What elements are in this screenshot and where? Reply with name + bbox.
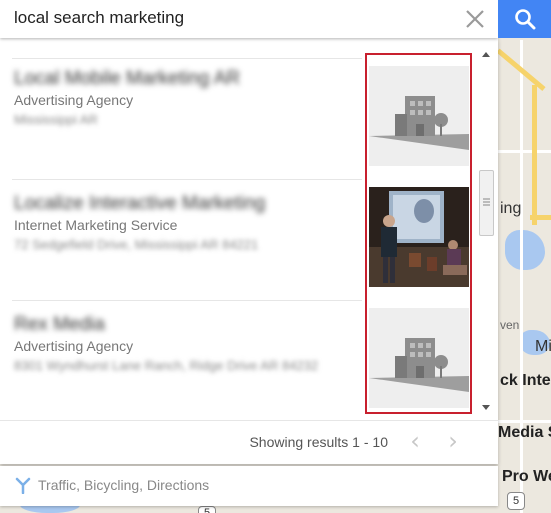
result-address: 72 Sedgefield Drive, Mississippi AR 8422…	[14, 237, 259, 252]
result-category: Internet Marketing Service	[14, 217, 178, 233]
map-road	[520, 40, 523, 513]
result-name[interactable]: Rex Media	[14, 314, 105, 336]
search-input[interactable]: local search marketing	[14, 0, 184, 38]
layers-bar[interactable]: Traffic, Bicycling, Directions	[0, 466, 498, 506]
map-label: Mi	[535, 338, 551, 355]
scrollbar[interactable]	[476, 38, 498, 420]
building-placeholder-icon[interactable]	[369, 308, 469, 408]
result-name[interactable]: Localize Interactive Marketing	[14, 193, 265, 215]
divider	[12, 300, 362, 301]
search-bar: local search marketing	[0, 0, 498, 38]
results-panel: Local Mobile Marketing AR Advertising Ag…	[0, 38, 498, 464]
map-label: Media S	[498, 424, 551, 441]
list-item[interactable]: Localize Interactive Marketing Internet …	[0, 179, 476, 299]
result-address: 8301 Wyndhurst Lane Ranch, Ridge Drive A…	[14, 358, 319, 373]
map-label: Pro We	[502, 468, 551, 485]
route-shield: 5	[507, 492, 525, 510]
divider	[12, 179, 362, 180]
map-highway	[530, 215, 551, 220]
layers-icon	[14, 476, 32, 495]
result-name[interactable]: Local Mobile Marketing AR	[14, 68, 240, 90]
building-placeholder-icon[interactable]	[369, 66, 469, 166]
search-button[interactable]	[498, 0, 551, 38]
list-item[interactable]: Local Mobile Marketing AR Advertising Ag…	[0, 38, 476, 166]
next-page-icon[interactable]: ›	[438, 421, 468, 463]
list-item[interactable]: Rex Media Advertising Agency 8301 Wyndhu…	[0, 300, 476, 420]
layers-label[interactable]: Traffic, Bicycling, Directions	[38, 466, 209, 504]
map-highway	[532, 85, 537, 225]
scroll-up-icon[interactable]	[482, 52, 490, 57]
map-road	[498, 420, 551, 423]
results-list: Local Mobile Marketing AR Advertising Ag…	[0, 38, 476, 420]
scrollbar-thumb[interactable]	[479, 170, 494, 236]
prev-page-icon[interactable]: ‹	[400, 421, 430, 463]
map-label: ck Inter	[500, 372, 551, 389]
result-address: Mississippi AR	[14, 112, 98, 127]
close-icon[interactable]	[462, 6, 488, 32]
result-photo[interactable]	[369, 187, 469, 287]
route-shield: 5	[198, 506, 216, 513]
map-label: ing	[500, 200, 522, 217]
map-road	[498, 150, 551, 153]
search-icon	[514, 8, 536, 35]
map-label: ven	[500, 318, 520, 332]
result-category: Advertising Agency	[14, 338, 134, 354]
result-category: Advertising Agency	[14, 92, 134, 108]
pagination: Showing results 1 - 10 ‹ ›	[0, 420, 498, 465]
map-lake	[505, 230, 545, 270]
scroll-down-icon[interactable]	[482, 405, 490, 410]
results-count: Showing results 1 - 10	[249, 434, 388, 450]
divider	[12, 58, 362, 59]
